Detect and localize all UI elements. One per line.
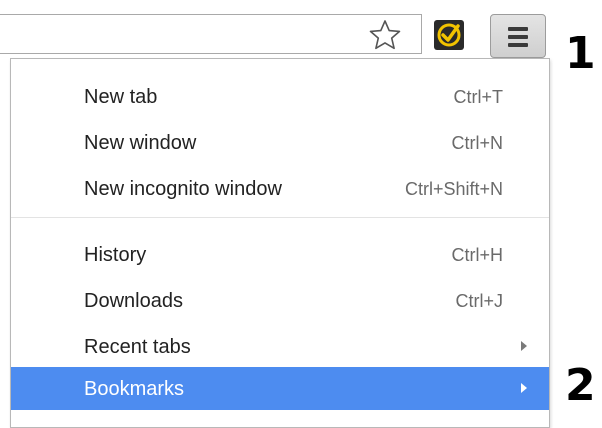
menu-item-label: History	[84, 244, 147, 266]
chevron-right-icon	[521, 383, 527, 393]
callout-number-1: 1	[565, 28, 596, 79]
menu-item-downloads[interactable]: Downloads Ctrl+J	[11, 279, 549, 322]
menu-item-new-window[interactable]: New window Ctrl+N	[11, 121, 549, 164]
menu-item-shortcut: Ctrl+N	[451, 133, 503, 153]
menu-item-shortcut: Ctrl+H	[451, 245, 503, 265]
chevron-right-icon	[521, 341, 527, 351]
menu-bar-line	[508, 35, 528, 39]
menu-item-label: Downloads	[84, 290, 183, 312]
menu-separator	[11, 217, 549, 218]
menu-item-history[interactable]: History Ctrl+H	[11, 233, 549, 276]
menu-item-label: New window	[84, 132, 197, 154]
menu-item-label: Recent tabs	[84, 336, 191, 358]
menu-item-shortcut: Ctrl+T	[453, 87, 504, 107]
menu-item-shortcut: Ctrl+Shift+N	[404, 179, 503, 199]
chrome-main-menu: New tab Ctrl+T New window Ctrl+N New inc…	[10, 58, 550, 428]
menu-item-bookmarks[interactable]: Bookmarks	[11, 367, 549, 410]
hamburger-menu-icon[interactable]	[490, 14, 546, 58]
menu-item-label: New tab	[84, 86, 158, 108]
norton-check-icon[interactable]	[434, 20, 464, 50]
menu-item-new-tab[interactable]: New tab Ctrl+T	[11, 75, 549, 118]
menu-item-label: New incognito window	[84, 178, 282, 200]
menu-item-label: Bookmarks	[84, 378, 185, 400]
menu-item-shortcut: Ctrl+J	[455, 291, 503, 311]
callout-number-2: 2	[565, 360, 596, 411]
menu-item-recent-tabs[interactable]: Recent tabs	[11, 325, 549, 368]
menu-bar-line	[508, 27, 528, 31]
menu-bar-line	[508, 43, 528, 47]
star-outline-icon[interactable]	[368, 18, 402, 52]
address-bar[interactable]	[0, 14, 422, 54]
menu-item-new-incognito-window[interactable]: New incognito window Ctrl+Shift+N	[11, 167, 549, 210]
